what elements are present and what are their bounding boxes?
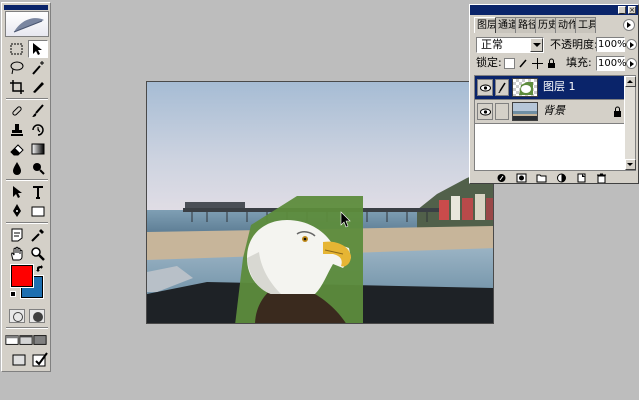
toolbox-titlebar[interactable] bbox=[4, 5, 48, 10]
layer-style-icon[interactable] bbox=[496, 173, 507, 183]
toolbox-divider bbox=[6, 179, 48, 181]
layer-row[interactable]: 背景 bbox=[475, 100, 626, 124]
foreground-color-swatch[interactable] bbox=[10, 264, 34, 288]
lock-transparency-checkbox[interactable] bbox=[504, 58, 515, 69]
zoom-tool-icon[interactable] bbox=[28, 245, 48, 263]
tab-actions[interactable]: 动作 bbox=[555, 17, 576, 33]
layer-thumbnail[interactable] bbox=[512, 102, 538, 121]
opacity-label: 不透明度: bbox=[550, 38, 598, 51]
tab-channels[interactable]: 通道 bbox=[495, 17, 516, 33]
adjustment-layer-icon[interactable] bbox=[556, 173, 567, 183]
path-selection-tool-icon[interactable] bbox=[7, 183, 27, 201]
marquee-tool-icon[interactable] bbox=[7, 40, 27, 58]
clone-stamp-tool-icon[interactable] bbox=[7, 121, 27, 139]
default-colors-icon[interactable] bbox=[10, 291, 16, 297]
panel-close-button[interactable]: × bbox=[628, 6, 636, 14]
brush-link-icon[interactable] bbox=[495, 79, 509, 96]
tab-paths[interactable]: 路径 bbox=[515, 17, 536, 33]
scroll-up-button[interactable] bbox=[625, 76, 636, 87]
swap-colors-icon[interactable] bbox=[36, 265, 44, 273]
delete-layer-icon[interactable] bbox=[596, 173, 607, 183]
tab-layers[interactable]: 图层 bbox=[474, 17, 496, 33]
slice-tool-icon[interactable] bbox=[28, 78, 48, 96]
fill-label: 填充: bbox=[566, 56, 592, 69]
fill-slider-arrow-icon[interactable] bbox=[626, 58, 637, 69]
toolbox-divider bbox=[6, 98, 48, 100]
eye-icon[interactable] bbox=[477, 103, 493, 120]
jump-to-imageready-icon[interactable] bbox=[30, 351, 50, 369]
layers-scrollbar[interactable] bbox=[624, 76, 636, 170]
beach-pier-photo bbox=[147, 82, 493, 323]
dodge-tool-icon[interactable] bbox=[28, 159, 48, 177]
toolbox-divider bbox=[6, 327, 48, 329]
full-screen-mode-icon[interactable] bbox=[33, 331, 47, 349]
layer-mask-icon[interactable] bbox=[516, 173, 527, 183]
history-brush-tool-icon[interactable] bbox=[28, 121, 48, 139]
photoshop-feather-logo[interactable] bbox=[5, 11, 49, 37]
opacity-slider-arrow-icon[interactable] bbox=[626, 39, 637, 50]
toolbox-divider bbox=[6, 222, 48, 224]
layers-panel-footer bbox=[474, 173, 636, 183]
eye-icon[interactable] bbox=[477, 79, 493, 96]
new-layer-set-icon[interactable] bbox=[536, 173, 547, 183]
eyedropper-tool-icon[interactable] bbox=[28, 226, 48, 244]
pen-tool-icon[interactable] bbox=[7, 202, 27, 220]
blend-mode-select[interactable]: 正常 bbox=[476, 37, 544, 53]
blur-tool-icon[interactable] bbox=[7, 159, 27, 177]
healing-brush-tool-icon[interactable] bbox=[7, 102, 27, 120]
lasso-tool-icon[interactable] bbox=[7, 59, 27, 77]
eraser-tool-icon[interactable] bbox=[7, 140, 27, 158]
layer-row[interactable]: 图层 1 bbox=[475, 76, 626, 100]
toolbox bbox=[1, 2, 51, 372]
layers-panel: _ × 图层 通道 路径 历史记录 动作 工具预设 正常 不透明度: 100% … bbox=[469, 4, 639, 184]
standard-mode-button[interactable] bbox=[9, 309, 25, 323]
link-toggle-box[interactable] bbox=[495, 103, 509, 120]
layer-name[interactable]: 图层 1 bbox=[543, 80, 576, 94]
tab-tool-presets[interactable]: 工具预设 bbox=[575, 17, 596, 33]
type-tool-icon[interactable] bbox=[28, 183, 48, 201]
scroll-down-button[interactable] bbox=[625, 159, 636, 170]
brush-tool-icon[interactable] bbox=[28, 102, 48, 120]
lock-all-icon[interactable] bbox=[546, 58, 557, 69]
tab-history[interactable]: 历史记录 bbox=[535, 17, 556, 33]
opacity-field[interactable]: 100% bbox=[596, 37, 627, 52]
chevron-down-icon[interactable] bbox=[530, 38, 543, 52]
crop-tool-icon[interactable] bbox=[7, 78, 27, 96]
quick-mask-mode-button[interactable] bbox=[29, 309, 45, 323]
rectangle-shape-tool-icon[interactable] bbox=[28, 202, 48, 220]
document-canvas[interactable] bbox=[146, 81, 494, 324]
new-layer-icon[interactable] bbox=[576, 173, 587, 183]
layer-thumbnail[interactable] bbox=[512, 78, 538, 97]
panel-titlebar[interactable]: _ × bbox=[470, 5, 638, 15]
fill-field[interactable]: 100% bbox=[596, 56, 627, 71]
notes-tool-icon[interactable] bbox=[7, 226, 27, 244]
layer-list: 图层 1 背景 bbox=[474, 75, 636, 171]
lock-position-icon[interactable] bbox=[532, 58, 543, 69]
screen-mode-icon[interactable] bbox=[10, 351, 30, 369]
full-screen-menu-mode-icon[interactable] bbox=[19, 331, 33, 349]
lock-fill-row: 锁定: 填充: 100% bbox=[474, 55, 637, 73]
panel-minimize-button[interactable]: _ bbox=[618, 6, 626, 14]
gradient-tool-icon[interactable] bbox=[28, 140, 48, 158]
blend-mode-value: 正常 bbox=[481, 38, 503, 51]
lock-label: 锁定: bbox=[476, 56, 502, 69]
layer-name[interactable]: 背景 bbox=[543, 104, 565, 118]
panel-tabs: 图层 通道 路径 历史记录 动作 工具预设 bbox=[474, 17, 596, 33]
hand-tool-icon[interactable] bbox=[7, 245, 27, 263]
lock-pixels-icon[interactable] bbox=[518, 58, 529, 69]
move-tool-icon[interactable] bbox=[28, 40, 48, 58]
lock-icon bbox=[614, 106, 621, 117]
panel-menu-arrow-icon[interactable] bbox=[623, 19, 635, 31]
standard-screen-mode-icon[interactable] bbox=[5, 331, 19, 349]
blend-opacity-row: 正常 不透明度: 100% bbox=[474, 36, 637, 54]
magic-wand-tool-icon[interactable] bbox=[28, 59, 48, 77]
